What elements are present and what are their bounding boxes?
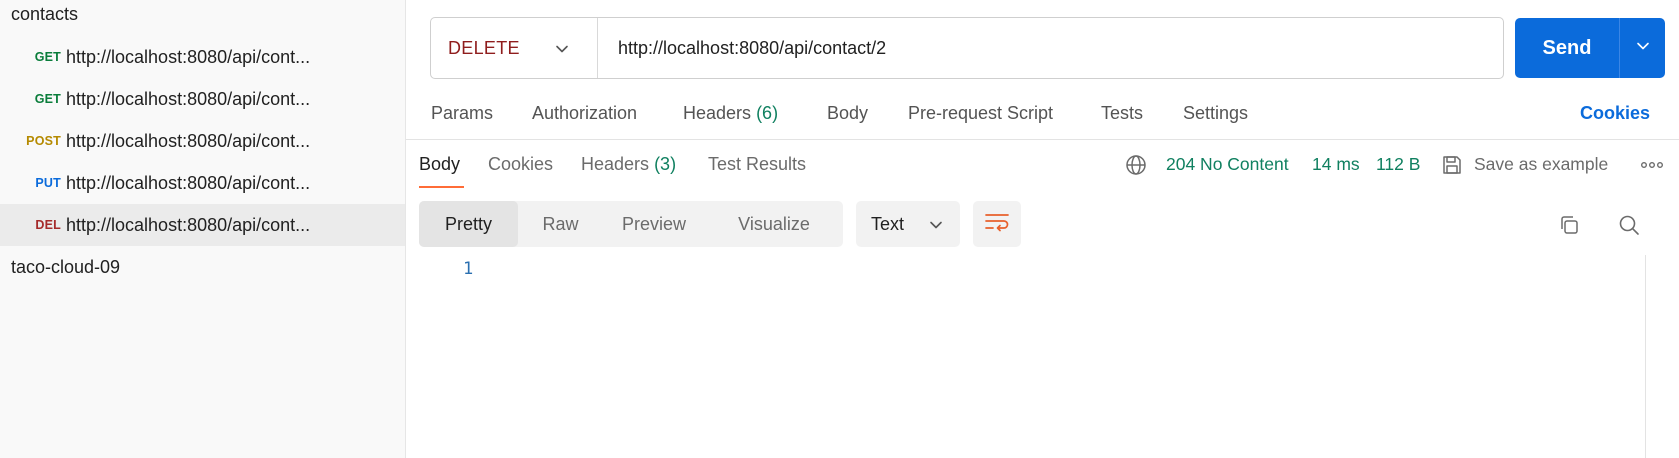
response-tab-test-results[interactable]: Test Results	[708, 154, 806, 175]
send-button[interactable]: Send	[1515, 18, 1619, 78]
tab-headers-count: (6)	[756, 103, 779, 123]
body-view-mode-group: Pretty Raw Preview Visualize	[419, 201, 843, 247]
method-select-label: DELETE	[448, 37, 520, 58]
sidebar-request-item[interactable]: PUT http://localhost:8080/api/cont...	[0, 162, 405, 204]
tab-body[interactable]: Body	[827, 103, 868, 124]
response-tab-body[interactable]: Body	[419, 154, 460, 175]
request-url-bar: DELETE	[430, 17, 1504, 79]
collection-taco-cloud[interactable]: taco-cloud-09	[11, 257, 120, 278]
copy-icon[interactable]	[1557, 213, 1581, 237]
wrap-lines-button[interactable]	[973, 201, 1021, 247]
mode-pretty[interactable]: Pretty	[419, 201, 518, 247]
mode-visualize[interactable]: Visualize	[705, 201, 843, 247]
response-size[interactable]: 112 B	[1376, 154, 1420, 175]
more-horizontal-icon[interactable]	[1640, 156, 1664, 174]
method-badge-get: GET	[34, 92, 61, 106]
tab-headers-label: Headers	[683, 103, 752, 123]
request-url-label: http://localhost:8080/api/cont...	[66, 46, 311, 67]
response-status-code[interactable]: 204 No Content	[1166, 154, 1289, 175]
response-tab-cookies[interactable]: Cookies	[488, 154, 553, 175]
tab-params[interactable]: Params	[431, 103, 493, 124]
response-tab-headers-count: (3)	[654, 154, 677, 174]
collection-contacts[interactable]: contacts	[11, 4, 78, 25]
active-tab-underline	[419, 186, 464, 188]
request-url-label: http://localhost:8080/api/cont...	[66, 214, 311, 235]
url-input[interactable]	[598, 18, 1503, 78]
tab-prerequest-script[interactable]: Pre-request Script	[908, 103, 1053, 124]
response-tab-headers-label: Headers	[581, 154, 650, 174]
tab-authorization[interactable]: Authorization	[532, 103, 637, 124]
line-number: 1	[463, 259, 474, 279]
mode-preview[interactable]: Preview	[603, 201, 705, 247]
request-url-label: http://localhost:8080/api/cont...	[66, 88, 311, 109]
response-body-editor[interactable]: 1	[406, 255, 1646, 458]
method-badge-post: POST	[26, 134, 61, 148]
editor-scrollbar[interactable]	[1645, 255, 1646, 458]
request-url-label: http://localhost:8080/api/cont...	[66, 172, 311, 193]
chevron-down-icon	[929, 218, 943, 237]
response-time[interactable]: 14 ms	[1312, 154, 1360, 175]
save-as-example-button[interactable]: Save as example	[1474, 154, 1608, 175]
tab-settings[interactable]: Settings	[1183, 103, 1248, 124]
wrap-lines-icon	[984, 211, 1010, 238]
send-dropdown-button[interactable]	[1619, 18, 1665, 78]
search-icon[interactable]	[1617, 213, 1641, 237]
chevron-down-icon	[555, 42, 569, 61]
sidebar: contacts GET http://localhost:8080/api/c…	[0, 0, 406, 458]
method-badge-delete: DEL	[35, 218, 61, 232]
method-select[interactable]: DELETE	[431, 18, 598, 78]
format-select-label: Text	[871, 213, 905, 234]
response-tab-headers[interactable]: Headers (3)	[581, 154, 676, 175]
globe-icon[interactable]	[1125, 154, 1147, 176]
save-icon[interactable]	[1440, 153, 1464, 177]
tab-headers[interactable]: Headers (6)	[683, 103, 778, 124]
chevron-down-icon	[1636, 39, 1650, 58]
method-badge-get: GET	[34, 50, 61, 64]
format-select[interactable]: Text	[856, 201, 960, 247]
sidebar-request-item[interactable]: GET http://localhost:8080/api/cont...	[0, 36, 405, 78]
divider	[406, 139, 1679, 140]
cookies-link[interactable]: Cookies	[1580, 103, 1650, 124]
method-badge-put: PUT	[35, 176, 61, 190]
sidebar-request-item-active[interactable]: DEL http://localhost:8080/api/cont...	[0, 204, 405, 246]
sidebar-request-item[interactable]: GET http://localhost:8080/api/cont...	[0, 78, 405, 120]
request-url-label: http://localhost:8080/api/cont...	[66, 130, 311, 151]
mode-raw[interactable]: Raw	[518, 201, 603, 247]
tab-tests[interactable]: Tests	[1101, 103, 1143, 124]
sidebar-request-item[interactable]: POST http://localhost:8080/api/cont...	[0, 120, 405, 162]
